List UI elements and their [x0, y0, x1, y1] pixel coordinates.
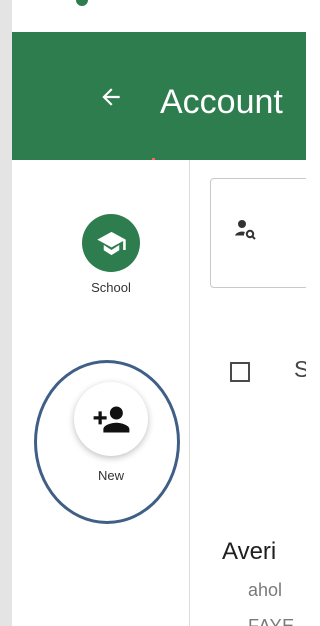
sidebar-item-new[interactable]: New	[68, 382, 154, 483]
window-edge	[0, 0, 12, 626]
status-strip	[12, 0, 306, 32]
person-name: Averi	[222, 538, 277, 565]
list-item[interactable]: Averi ahol FAYE	[190, 520, 306, 626]
person-email: ahol	[248, 580, 283, 600]
search-person-icon	[235, 220, 256, 240]
status-dot-icon	[76, 0, 88, 6]
page-title: Account	[160, 83, 283, 121]
select-all-label: S	[294, 356, 306, 382]
search-field[interactable]	[210, 178, 306, 288]
sidebar-item-label: School	[91, 280, 131, 295]
select-all-checkbox[interactable]	[230, 362, 250, 382]
new-person-button[interactable]	[74, 382, 148, 456]
sidebar-item-label: New	[97, 468, 124, 483]
back-button[interactable]	[90, 76, 132, 118]
school-button[interactable]	[82, 214, 140, 272]
sidebar-item-school[interactable]: School	[68, 214, 154, 295]
app-screen: Account School New S Averi ahol FAYE	[0, 0, 306, 626]
school-icon	[96, 231, 126, 255]
arrow-left-icon	[102, 88, 120, 106]
main-content: S Averi ahol FAYE	[190, 160, 306, 626]
sidebar: School New	[12, 160, 190, 626]
app-header: Account	[12, 32, 306, 161]
person-tag: FAYE	[248, 616, 295, 626]
add-person-icon	[93, 406, 129, 432]
